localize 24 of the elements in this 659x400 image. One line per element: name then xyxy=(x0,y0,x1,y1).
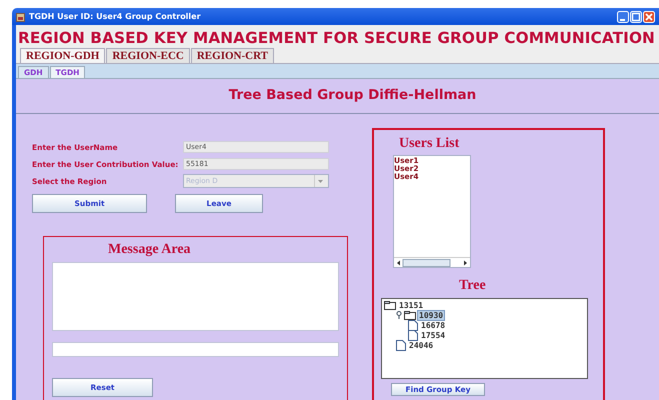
section-title: Users List xyxy=(399,136,460,152)
document-icon xyxy=(408,320,418,330)
window-title: TGDH User ID: User4 Group Controller xyxy=(29,12,201,21)
tree-node[interactable]: 10930 xyxy=(418,310,444,320)
dropdown-arrow-icon xyxy=(314,175,326,187)
expand-handle-icon[interactable] xyxy=(396,311,402,319)
app-heading: REGION BASED KEY MANAGEMENT FOR SECURE GROUP COMMUNICATION xyxy=(18,29,655,47)
tree-node[interactable]: 24046 xyxy=(408,340,434,350)
tab[interactable]: REGION-CRT xyxy=(190,48,274,63)
maximize-button[interactable] xyxy=(630,10,642,22)
section-title: Message Area xyxy=(108,242,192,258)
document-icon xyxy=(396,340,406,350)
message-input-field[interactable] xyxy=(52,342,339,357)
panel-title: Tree Based Group Diffie-Hellman xyxy=(228,87,476,103)
close-button[interactable] xyxy=(643,10,655,22)
horizontal-scrollbar[interactable] xyxy=(394,257,470,267)
minimize-button[interactable] xyxy=(617,10,629,22)
tab[interactable]: REGION-GDH xyxy=(20,48,106,63)
section-title: Tree xyxy=(459,278,487,294)
tree-node[interactable]: 17554 xyxy=(420,330,446,340)
tree-node[interactable]: 16678 xyxy=(420,320,446,330)
document-icon xyxy=(408,330,418,340)
tab[interactable]: REGION-ECC xyxy=(106,48,190,63)
tree-node[interactable]: 13151 xyxy=(398,300,424,310)
